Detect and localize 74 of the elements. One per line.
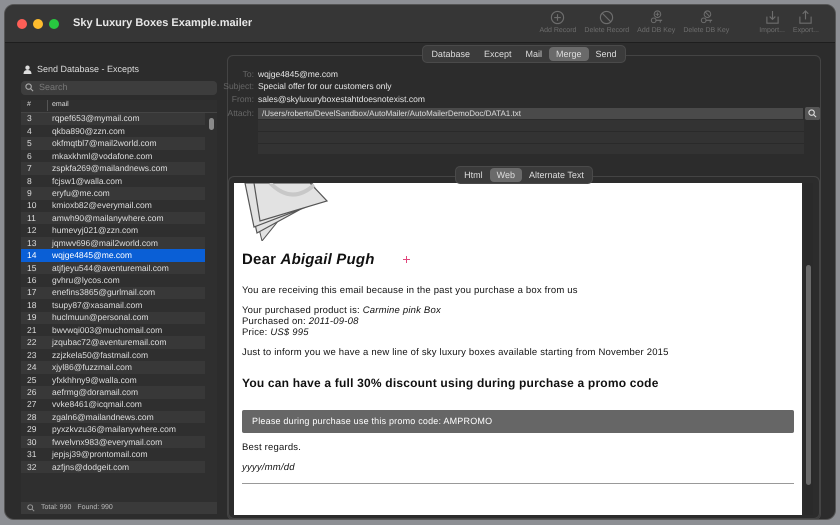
intro-text: You are receiving this email because in the past you purchase a box from us [242, 285, 579, 296]
tab[interactable]: Database [424, 47, 477, 61]
table-row[interactable]: 27 vvke8461@icqmail.com [21, 398, 205, 411]
table-row[interactable]: 25 yfxkhhny9@walla.com [21, 374, 205, 386]
greeting-heading: Dear Abigail Pugh [242, 251, 375, 269]
table-row[interactable]: 9 eryfu@me.com [21, 187, 205, 200]
table-row[interactable]: 5 okfmqtbl7@mail2world.com [21, 137, 205, 150]
table-row[interactable]: 6 mkaxkhml@vodafone.com [21, 150, 205, 162]
table-row[interactable]: 18 tsupy87@xasamail.com [21, 299, 205, 312]
table-row[interactable]: 15 atjfjeyu544@aventuremail.com [21, 262, 205, 274]
search-icon [27, 504, 35, 512]
closing-text: Best regards. [242, 442, 302, 453]
scrollbar-thumb[interactable] [806, 265, 811, 485]
date-text: yyyy/mm/dd [242, 462, 296, 473]
field-label: Attach: [226, 107, 254, 120]
table-row[interactable]: 32 azfjns@dodgeit.com [21, 460, 205, 474]
key-slash-icon [698, 10, 714, 26]
table-row[interactable]: 16 gvhru@lycos.com [21, 274, 205, 287]
table-row[interactable]: 21 bwvwqi003@muchomail.com [21, 324, 205, 336]
table-row[interactable]: 10 kmioxb82@everymail.com [21, 200, 205, 212]
search-icon [808, 109, 817, 118]
detail-line: Price: US$ 995 [242, 327, 310, 338]
tab[interactable]: Alternate Text [522, 168, 591, 182]
table-row[interactable]: 29 pyxzkvzu36@mailanywhere.com [21, 423, 205, 436]
tab[interactable]: Send [588, 47, 624, 61]
news-text: Just to inform you we have a new line of sky luxury boxes available starting from November 2015 [242, 347, 670, 358]
offer-headline: You can have a full 30% discount using during purchase a promo code [242, 376, 660, 390]
tab[interactable]: Html [457, 168, 490, 182]
detail-line: Your purchased product is: Carmine pink Box [242, 305, 442, 316]
table-row[interactable]: 23 zzjzkela50@fastmail.com [21, 348, 205, 362]
table-row[interactable]: 31 jepjsj39@prontomail.com [21, 448, 205, 461]
table-row[interactable]: 26 aefrmg@doramail.com [21, 386, 205, 399]
table-row[interactable]: 3 rqpef653@mymail.com [21, 112, 205, 125]
person-icon [23, 65, 32, 74]
table-row[interactable]: 17 enefins3865@gurlmail.com [21, 286, 205, 300]
scrollbar-thumb[interactable] [209, 118, 214, 130]
prohibited-icon [599, 10, 614, 26]
table-row[interactable]: 8 fcjsw1@walla.com [21, 174, 205, 188]
table-row[interactable]: 13 jqmwv696@mail2world.com [21, 236, 205, 250]
download-icon [764, 10, 780, 26]
tab[interactable]: Mail [518, 47, 549, 61]
table-row[interactable]: 24 xjyl86@fuzzmail.com [21, 361, 205, 374]
tab[interactable]: Except [476, 47, 518, 61]
table-row[interactable]: 12 humevyj021@zzn.com [21, 224, 205, 237]
attachment-field[interactable]: /Users/roberto/DevelSandbox/AutoMailer/AutoMailerDemoDoc/DATA1.txt [258, 108, 803, 120]
field-label: From: [230, 92, 254, 106]
close-icon[interactable] [17, 18, 27, 28]
share-icon [798, 10, 814, 26]
table-row[interactable]: 19 huclmuun@personal.com [21, 312, 205, 324]
field-value: wqjge4845@me.com [258, 68, 338, 81]
search-icon [25, 83, 34, 92]
table-row[interactable]: 22 jzqubac72@aventuremail.com [21, 336, 205, 349]
minimize-icon[interactable] [33, 18, 43, 28]
crosshair-icon [402, 256, 410, 262]
field-label: Subject: [222, 80, 254, 94]
field-value: Special offer for our customers only [258, 80, 392, 94]
promo-banner: Please during purchase use this promo code: AMPROMO [242, 410, 794, 433]
add-icon [550, 10, 566, 26]
table-row[interactable]: 30 fwvelvnx983@everymail.com [21, 436, 205, 448]
table-row[interactable]: 11 amwh90@mailanywhere.com [21, 212, 205, 224]
detail-line: Purchased on: 2011-09-08 [242, 316, 360, 327]
field-value: sales@skyluxuryboxestahtdoesnotexist.com [258, 92, 425, 106]
table-row[interactable]: 28 zgaln6@mailandnews.com [21, 411, 205, 424]
tab[interactable]: Web [490, 168, 522, 182]
tab[interactable]: Merge [549, 47, 589, 61]
panel-title: Send Database - Excepts [37, 63, 140, 76]
table-row[interactable]: 4 qkba890@zzn.com [21, 124, 205, 138]
table-row[interactable]: 7 zspkfa269@mailandnews.com [21, 162, 205, 175]
window-title: Sky Luxury Boxes Example.mailer [73, 16, 252, 32]
zoom-icon[interactable] [49, 18, 59, 28]
table-row[interactable]: 14 wqjge4845@me.com [21, 249, 205, 262]
field-label: To: [242, 68, 254, 81]
search-button[interactable] [805, 107, 820, 120]
key-plus-icon [648, 10, 664, 26]
